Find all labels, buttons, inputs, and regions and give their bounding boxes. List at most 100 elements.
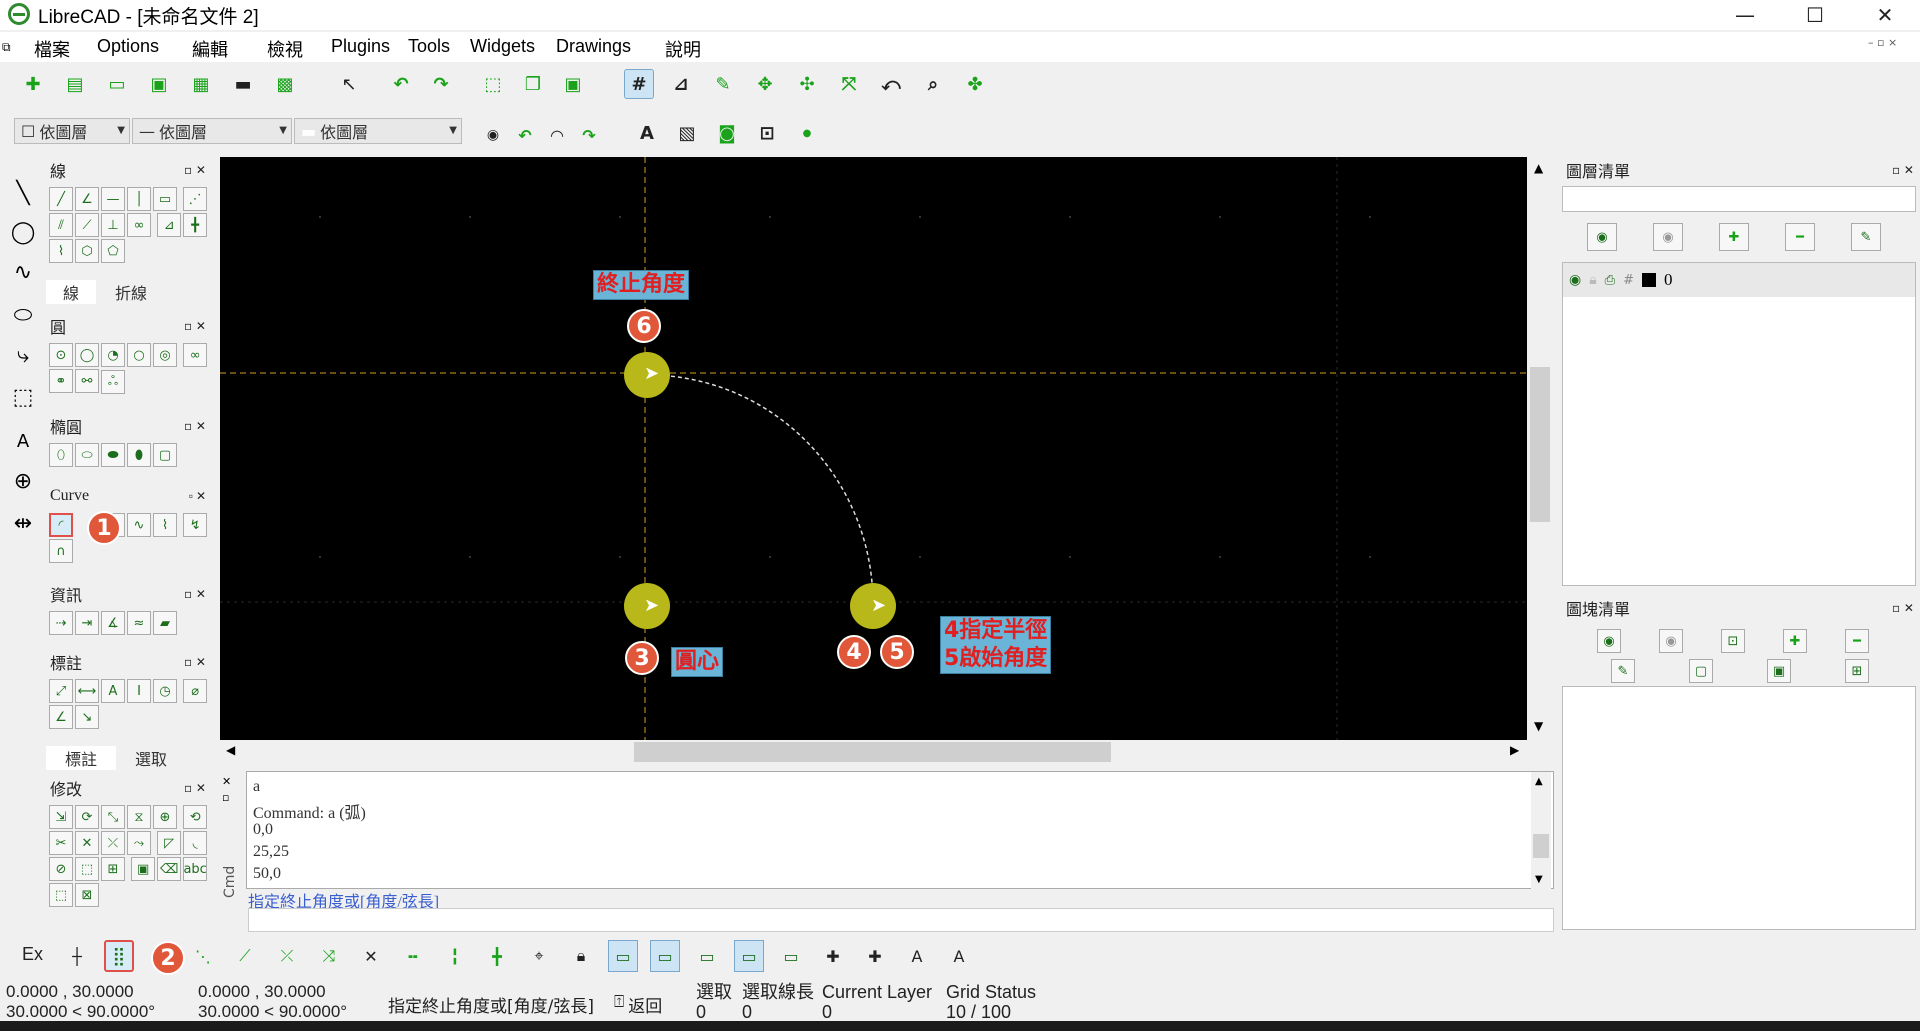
layer-row[interactable]: ◉ 🔒︎ ⎙ # 0 (1563, 263, 1915, 297)
scroll-up-icon[interactable]: ▲ (1534, 161, 1543, 175)
dim-vertical-icon[interactable]: Ⅰ (127, 679, 151, 703)
arc-ccw-icon[interactable]: ↶ (512, 120, 538, 150)
circle-tangent-2-icon[interactable]: ∞ (183, 343, 208, 367)
circle-tangent-point-icon[interactable]: ⚯ (75, 369, 99, 393)
dimension-tool-icon[interactable]: A (6, 424, 40, 458)
circle-center-point-icon[interactable]: ⊙ (49, 343, 73, 367)
ellipse-tool-icon[interactable]: ⬭ (6, 298, 40, 332)
lock-relative-zero-icon[interactable]: 🔒︎ (566, 940, 596, 972)
arc-cw-icon[interactable]: ↷ (576, 120, 602, 150)
linewidth-combo[interactable]: ▬ 依圖層 ▼ (294, 118, 462, 144)
maximize-button[interactable]: ☐ (1784, 0, 1846, 30)
delete-freehand-icon[interactable]: ⊠ (75, 883, 99, 907)
rotate-icon[interactable]: ⟳ (75, 805, 99, 829)
line-vertical-icon[interactable]: │ (127, 187, 151, 211)
menu-plugins[interactable]: Plugins (331, 36, 390, 57)
panel-float-close-icon[interactable]: ▫ ✕ (184, 587, 206, 601)
dim-angular-icon[interactable]: ∠ (49, 705, 73, 729)
layer-color-swatch[interactable] (1641, 273, 1656, 287)
restrict-horizontal-icon[interactable]: ╍ (398, 940, 428, 972)
tab-polyline[interactable]: 折線 (96, 280, 166, 304)
line-orthogonal-icon[interactable]: ⊥ (101, 213, 125, 237)
edit-block-icon[interactable]: ▢ (1689, 659, 1713, 683)
panel-float-close-icon[interactable]: ▫ ✕ (184, 163, 206, 177)
line-2points-icon[interactable]: ╱ (49, 187, 73, 211)
zoom-auto-icon[interactable]: ⤧ (834, 69, 864, 99)
save-icon[interactable]: ▣ (144, 69, 174, 99)
layer-construction-icon[interactable]: # (1623, 273, 1634, 288)
measure-tool-icon[interactable]: ⇹ (6, 506, 40, 540)
snap-middle-icon[interactable]: ⤫ (272, 940, 302, 972)
color-combo[interactable]: ☐ 依圖層 ▼ (14, 118, 130, 144)
line-horizontal-icon[interactable]: — (101, 187, 125, 211)
view-icon[interactable]: ▭ (734, 940, 764, 972)
snap-distance-icon[interactable]: ⤨ (314, 940, 344, 972)
fillet-icon[interactable]: ◟ (183, 831, 208, 855)
grid-toggle-icon[interactable]: # (624, 69, 654, 99)
parabola-icon[interactable]: ∩ (49, 539, 73, 563)
line-tool-icon[interactable]: ╲ (6, 176, 40, 210)
add-block-icon[interactable]: ✚ (1783, 629, 1807, 653)
move-rotate-icon[interactable]: ⊕ (153, 805, 177, 829)
undo-icon[interactable]: ↶ (386, 69, 416, 99)
line-tangent-icon[interactable]: ⟋ (75, 213, 99, 237)
snap-intersection-icon[interactable]: ✕ (356, 940, 386, 972)
menu-file[interactable]: 檔案 (34, 36, 70, 62)
scale-icon[interactable]: ⤡ (101, 805, 125, 829)
dim-linear-icon[interactable]: ⟷ (75, 679, 99, 703)
view-icon[interactable]: ▭ (650, 940, 680, 972)
offset-icon[interactable]: ⤳ (127, 831, 151, 855)
horizontal-scrollbar[interactable]: ◀ ▶ (220, 740, 1527, 764)
menu-options[interactable]: Options (97, 36, 159, 57)
rename-block-icon[interactable]: ✎ (1611, 659, 1635, 683)
delete-icon[interactable]: ⌫ (157, 857, 182, 881)
image-icon[interactable]: ◙ (712, 118, 742, 148)
snap-grid-icon[interactable]: ⣿ (104, 940, 134, 972)
scroll-down-icon[interactable]: ▼ (1534, 719, 1543, 733)
ellipse-inscribed-icon[interactable]: ▢ (153, 443, 177, 467)
line-perpendicular-icon[interactable]: ╋ (183, 213, 208, 237)
polygon-corner-icon[interactable]: ⬠ (101, 239, 125, 263)
copy-icon[interactable]: ❐ (518, 69, 548, 99)
rectangle-icon[interactable]: ▭ (153, 187, 177, 211)
select-tool-icon[interactable]: ⬚ (6, 380, 40, 414)
panel-float-close-icon[interactable]: ▫ ✕ (1892, 601, 1914, 615)
scroll-right-icon[interactable]: ▶ (1510, 743, 1519, 757)
menu-drawings[interactable]: Drawings (556, 36, 631, 57)
minimize-button[interactable]: — (1714, 0, 1776, 30)
command-input[interactable] (248, 908, 1554, 932)
circle-2points-icon[interactable]: ◯ (75, 343, 99, 367)
arc-center-points-icon[interactable]: ◜ (49, 513, 73, 537)
horizontal-scroll-thumb[interactable] (634, 742, 1111, 762)
hide-all-layers-icon[interactable]: ◉ (1653, 223, 1683, 251)
drawing-canvas[interactable]: ➤ ➤ ➤ 終止角度 6 3 圓心 4 5 4指定半徑 5啟始角度 (220, 157, 1527, 740)
restrict-orthogonal-icon[interactable]: ╋ (482, 940, 512, 972)
print-preview-icon[interactable]: ▩ (270, 69, 300, 99)
panel-float-close-icon[interactable]: ▫ ✕ (189, 489, 206, 504)
properties-icon[interactable]: ⊞ (101, 857, 125, 881)
remove-block-icon[interactable]: ━ (1845, 629, 1869, 653)
total-length-icon[interactable]: ≈ (127, 611, 151, 635)
dim-aligned-icon[interactable]: ⤢ (49, 679, 73, 703)
move-icon[interactable]: ⇲ (49, 805, 73, 829)
scroll-down-icon[interactable]: ▼ (1535, 874, 1543, 885)
redraw-icon[interactable]: ✎ (708, 69, 738, 99)
dim-diametric-icon[interactable]: ⌀ (183, 679, 208, 703)
ellipse-arc-icon[interactable]: ⬭ (75, 443, 99, 467)
polygonal-area-icon[interactable]: ▰ (153, 611, 177, 635)
menu-view[interactable]: 檢視 (267, 36, 303, 62)
menu-tools[interactable]: Tools (408, 36, 450, 57)
tab-select[interactable]: 選取 (116, 746, 186, 770)
circle-concentric-icon[interactable]: ◎ (153, 343, 177, 367)
circle-tangent-3-icon[interactable]: ⚭ (49, 369, 73, 393)
set-relative-zero-icon[interactable]: ⌖ (524, 940, 554, 972)
snap-free-icon[interactable]: ┼ (62, 940, 92, 972)
view-icon[interactable]: ▭ (776, 940, 806, 972)
panel-float-close-icon[interactable]: ▫ ✕ (1892, 163, 1914, 177)
new-from-template-icon[interactable]: ▤ (60, 69, 90, 99)
exclusive-snap-label[interactable]: Ex (22, 944, 43, 965)
menu-edit[interactable]: 編輯 (192, 36, 228, 62)
save-as-icon[interactable]: ▦ (186, 69, 216, 99)
radio-icon[interactable]: ◉ (480, 120, 506, 150)
scroll-up-icon[interactable]: ▲ (1535, 776, 1543, 787)
